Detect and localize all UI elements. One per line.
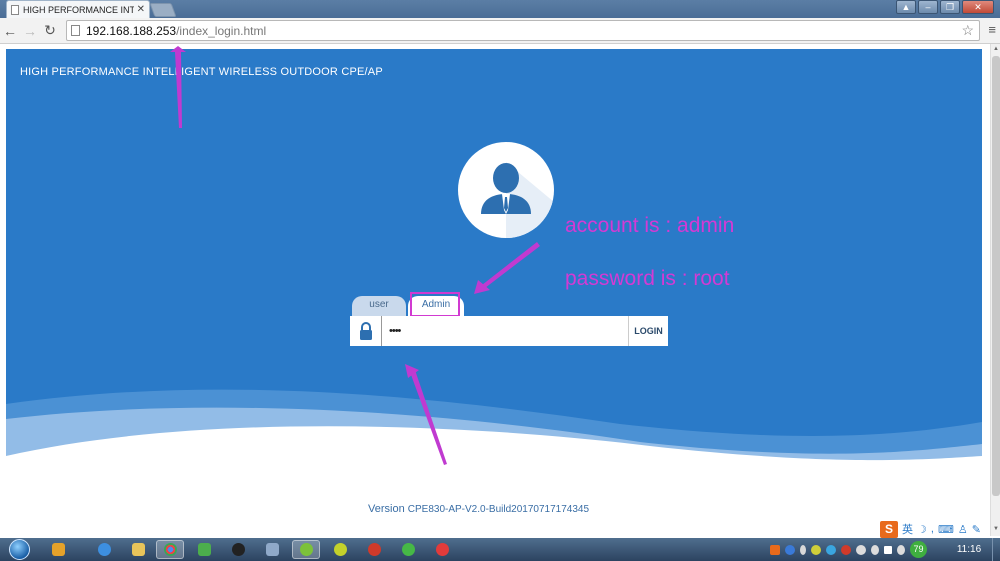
version-build: CPE830-AP-V2.0-Build20170717174345 — [407, 504, 590, 515]
forward-arrow-icon[interactable]: → — [20, 23, 40, 39]
minimize-button[interactable]: – — [918, 0, 938, 14]
browser-toolbar: ← → ↻ 192.168.188.253 /index_login.html … — [0, 18, 1000, 44]
tab-user[interactable]: user — [352, 296, 406, 316]
ime-tray-icon[interactable] — [770, 544, 780, 555]
menu-icon[interactable]: ≡ — [988, 22, 996, 37]
version-text: Version CPE830-AP-V2.0-Build201707171743… — [368, 503, 589, 515]
show-desktop-button[interactable] — [992, 538, 1000, 561]
app-icon — [333, 543, 347, 556]
url-path: /index_login.html — [176, 23, 267, 38]
system-tray: 79 — [770, 538, 927, 561]
wrench-icon[interactable]: ✎ — [972, 523, 981, 536]
folder-icon — [131, 543, 145, 556]
scroll-thumb[interactable] — [992, 56, 1000, 496]
wave-decoration — [6, 389, 982, 474]
tab-title: HIGH PERFORMANCE INTE — [23, 4, 134, 15]
user-avatar-icon — [458, 142, 554, 238]
taskbar-app-7[interactable] — [292, 540, 320, 559]
back-arrow-icon[interactable]: ← — [0, 23, 20, 39]
screen: HIGH PERFORMANCE INTE ✕ ▲ – ❐ ✕ ← → ↻ 19… — [0, 0, 1000, 561]
tray-icon[interactable] — [800, 544, 806, 555]
ime-toolbar[interactable]: S 英 ☽ , ⌨ ♙ ✎ — [880, 520, 990, 538]
app-icon — [197, 543, 211, 556]
ie-icon — [97, 543, 111, 556]
tray-icon[interactable] — [811, 544, 821, 555]
taskbar-app-4[interactable] — [190, 540, 218, 559]
app-icon — [51, 543, 65, 556]
person-icon[interactable]: ♙ — [958, 523, 968, 536]
ime-language[interactable]: 英 — [902, 521, 913, 537]
taskbar-app-9[interactable] — [360, 540, 388, 559]
tray-badge[interactable]: 79 — [910, 541, 927, 558]
ime-logo[interactable]: S — [880, 520, 898, 538]
maximize-button[interactable]: ❐ — [940, 0, 960, 14]
login-form: •••• LOGIN — [350, 316, 668, 346]
chrome-icon — [163, 543, 177, 556]
address-bar[interactable]: 192.168.188.253 /index_login.html ☆ — [66, 20, 980, 41]
taskbar-app-qq[interactable] — [224, 540, 252, 559]
reload-icon[interactable]: ↻ — [40, 22, 60, 39]
annotation-password: password is : root — [565, 267, 730, 290]
annotation-highlight-box — [410, 292, 460, 317]
app-icon — [435, 543, 449, 556]
app-icon — [367, 543, 381, 556]
page-viewport — [0, 44, 990, 536]
clock[interactable]: 11:16 — [950, 538, 988, 561]
scroll-down-arrow-icon[interactable]: ▼ — [992, 526, 1000, 534]
start-button[interactable] — [4, 538, 34, 561]
vertical-scrollbar[interactable]: ▲ ▼ — [990, 44, 1000, 536]
qq-icon — [231, 543, 245, 556]
wechat-icon — [401, 543, 415, 556]
taskbar-app-11[interactable] — [428, 540, 456, 559]
annotation-account: account is : admin — [565, 214, 735, 237]
browser-tab-login[interactable]: HIGH PERFORMANCE INTE ✕ — [6, 0, 150, 18]
url-host: 192.168.188.253 — [86, 23, 177, 38]
punctuation-icon[interactable]: , — [931, 523, 934, 535]
taskbar: 79 11:16 — [0, 538, 1000, 561]
windows-orb-icon — [8, 539, 30, 560]
tray-icon[interactable] — [841, 544, 851, 555]
avatar — [458, 142, 554, 238]
app-icon — [299, 543, 313, 556]
app-icon — [265, 543, 279, 556]
tray-icon[interactable] — [826, 544, 836, 555]
taskbar-app-1[interactable] — [44, 540, 72, 559]
lock-icon — [350, 316, 382, 346]
bookmark-star-icon[interactable]: ☆ — [961, 22, 974, 39]
keyboard-icon[interactable]: ⌨ — [938, 523, 954, 536]
browser-titlebar: HIGH PERFORMANCE INTE ✕ ▲ – ❐ ✕ — [0, 0, 1000, 18]
login-button[interactable]: LOGIN — [628, 316, 668, 346]
taskbar-app-chrome[interactable] — [156, 540, 184, 559]
version-label: Version — [368, 503, 405, 515]
page-icon — [71, 25, 80, 36]
taskbar-app-wechat[interactable] — [394, 540, 422, 559]
close-window-button[interactable]: ✕ — [962, 0, 994, 14]
profile-button[interactable]: ▲ — [896, 0, 916, 14]
network-icon[interactable] — [871, 544, 879, 555]
taskbar-app-explorer[interactable] — [124, 540, 152, 559]
window-controls: ▲ – ❐ ✕ — [896, 0, 994, 14]
taskbar-app-8[interactable] — [326, 540, 354, 559]
scroll-up-arrow-icon[interactable]: ▲ — [992, 46, 1000, 54]
page-icon — [11, 4, 19, 15]
signal-icon[interactable] — [884, 545, 892, 554]
page-title: HIGH PERFORMANCE INTELLIGENT WIRELESS OU… — [20, 66, 383, 78]
help-icon[interactable] — [785, 544, 795, 555]
taskbar-app-6[interactable] — [258, 540, 286, 559]
new-tab-button[interactable] — [149, 3, 177, 17]
close-icon[interactable]: ✕ — [137, 4, 145, 15]
volume-icon[interactable] — [897, 544, 905, 555]
taskbar-app-ie[interactable] — [90, 540, 118, 559]
moon-icon[interactable]: ☽ — [917, 523, 927, 536]
password-field[interactable]: •••• — [382, 316, 628, 346]
tray-icon[interactable] — [856, 544, 866, 555]
